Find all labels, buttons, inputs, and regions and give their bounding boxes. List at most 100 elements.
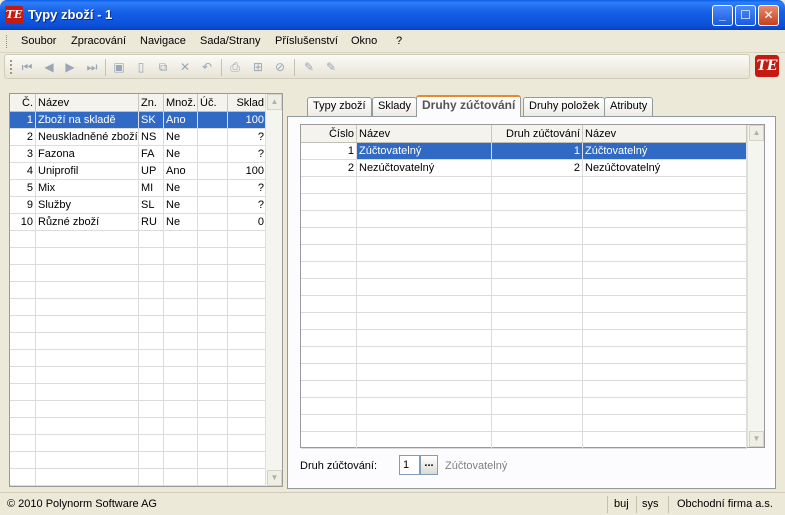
scroll-down-icon[interactable]: ▼: [749, 431, 764, 447]
menu-help[interactable]: ?: [396, 35, 402, 47]
table-cell: [357, 262, 492, 279]
empty-row[interactable]: [10, 316, 267, 333]
copy-icon[interactable]: ⧉: [155, 59, 171, 75]
edit-alt-icon[interactable]: ✎: [323, 59, 339, 75]
empty-row[interactable]: [10, 333, 267, 350]
empty-row[interactable]: [10, 248, 267, 265]
vertical-scrollbar[interactable]: ▲ ▼: [747, 125, 764, 447]
empty-row[interactable]: [301, 415, 747, 432]
col-header-number[interactable]: Číslo: [301, 125, 357, 143]
table-row[interactable]: 5 Mix MI Ne?: [10, 180, 267, 197]
accounting-types-grid[interactable]: Číslo Název Druh zúčtování Název 1 Zúčtov…: [300, 124, 765, 449]
empty-row[interactable]: [301, 313, 747, 330]
minimize-button[interactable]: _: [712, 5, 733, 26]
table-row[interactable]: 1 Zboží na skladě SK Ano 100: [10, 112, 267, 129]
empty-row[interactable]: [301, 330, 747, 347]
title-bar[interactable]: TE Typy zboží - 1 _ ☐ ✕: [0, 0, 785, 30]
menu-prislusenstvi[interactable]: Příslušenství: [275, 35, 338, 47]
tab-atributy[interactable]: Atributy: [604, 97, 654, 116]
empty-row[interactable]: [301, 279, 747, 296]
last-record-icon[interactable]: ⏭: [84, 59, 100, 75]
tree-icon[interactable]: ⊞: [250, 59, 266, 75]
menu-soubor[interactable]: Soubor: [21, 35, 56, 47]
menu-grip[interactable]: [6, 35, 9, 48]
empty-row[interactable]: [301, 228, 747, 245]
cancel-icon[interactable]: ⊘: [272, 59, 288, 75]
table-cell: [139, 401, 164, 418]
table-row[interactable]: 2 Neuskladněné zboží NS Ne?: [10, 129, 267, 146]
table-row[interactable]: 3 Fazona FA Ne?: [10, 146, 267, 163]
menu-okno[interactable]: Okno: [351, 35, 377, 47]
empty-row[interactable]: [301, 381, 747, 398]
empty-row[interactable]: [10, 435, 267, 452]
print-icon[interactable]: ⎙: [227, 59, 243, 75]
empty-row[interactable]: [10, 384, 267, 401]
tab-druhy-polozek[interactable]: Druhy položek: [523, 97, 606, 116]
col-header-acc[interactable]: Úč.: [198, 94, 228, 112]
app-logo-icon[interactable]: TE: [5, 6, 23, 24]
empty-row[interactable]: [10, 401, 267, 418]
scroll-down-icon[interactable]: ▼: [267, 470, 282, 486]
close-button[interactable]: ✕: [758, 5, 779, 26]
col-header-stock[interactable]: Sklad: [228, 94, 267, 112]
table-row[interactable]: 10 Různé zboží RU Ne 0: [10, 214, 267, 231]
scroll-up-icon[interactable]: ▲: [749, 125, 764, 141]
table-row[interactable]: 1 Zúčtovatelný 1 Zúčtovatelný: [301, 143, 747, 160]
table-row[interactable]: 9 Služby SL Ne?: [10, 197, 267, 214]
col-header-name[interactable]: Název: [36, 94, 139, 112]
empty-row[interactable]: [301, 432, 747, 449]
empty-row[interactable]: [301, 347, 747, 364]
empty-row[interactable]: [301, 296, 747, 313]
empty-row[interactable]: [10, 367, 267, 384]
empty-row[interactable]: [10, 231, 267, 248]
save-icon[interactable]: ▣: [111, 59, 127, 75]
table-row[interactable]: 2 Nezúčtovatelný 2 Nezúčtovatelný: [301, 160, 747, 177]
empty-row[interactable]: [301, 364, 747, 381]
empty-row[interactable]: [301, 262, 747, 279]
maximize-button[interactable]: ☐: [735, 5, 756, 26]
edit-icon[interactable]: ✎: [301, 59, 317, 75]
empty-row[interactable]: [301, 245, 747, 262]
tab-sklady[interactable]: Sklady: [372, 97, 418, 116]
first-record-icon[interactable]: ⏮: [19, 59, 35, 75]
accounting-type-lookup-button[interactable]: ...: [420, 455, 438, 475]
table-cell: SK: [139, 112, 164, 129]
col-header-no[interactable]: Č.: [10, 94, 36, 112]
empty-row[interactable]: [301, 398, 747, 415]
undo-icon[interactable]: ↶: [199, 59, 215, 75]
empty-row[interactable]: [10, 265, 267, 282]
menu-zpracovani[interactable]: Zpracování: [71, 35, 126, 47]
table-row[interactable]: 4 Uniprofil UP Ano 100: [10, 163, 267, 180]
col-header-accounting-type[interactable]: Druh zúčtování: [492, 125, 583, 143]
next-record-icon[interactable]: ▶: [62, 59, 78, 75]
empty-row[interactable]: [10, 418, 267, 435]
accounting-type-input[interactable]: 1: [399, 455, 420, 475]
empty-row[interactable]: [10, 452, 267, 469]
empty-row[interactable]: [301, 194, 747, 211]
col-header-qty[interactable]: Množ.: [164, 94, 198, 112]
tab-typy-zbozi[interactable]: Typy zboží: [307, 97, 372, 116]
col-header-type-name[interactable]: Název: [583, 125, 747, 143]
tab-druhy-zuctovani[interactable]: Druhy zúčtování: [416, 95, 522, 117]
delete-icon[interactable]: ✕: [177, 59, 193, 75]
empty-row[interactable]: [10, 469, 267, 486]
prev-record-icon[interactable]: ◀: [41, 59, 57, 75]
toolbar-grip[interactable]: [10, 60, 13, 74]
scroll-up-icon[interactable]: ▲: [267, 94, 282, 110]
menu-navigace[interactable]: Navigace: [140, 35, 186, 47]
vertical-scrollbar[interactable]: ▲ ▼: [265, 94, 282, 486]
status-separator: [636, 496, 637, 513]
goods-types-grid[interactable]: Č. Název Zn. Množ. Úč. Sklad 1 Zboží na s…: [9, 93, 283, 487]
empty-row[interactable]: [10, 350, 267, 367]
empty-row[interactable]: [301, 211, 747, 228]
empty-row[interactable]: [10, 282, 267, 299]
menu-sada-strany[interactable]: Sada/Strany: [200, 35, 261, 47]
table-cell: [228, 333, 267, 350]
table-cell: [228, 418, 267, 435]
new-icon[interactable]: ▯: [133, 59, 149, 75]
empty-row[interactable]: [10, 299, 267, 316]
col-header-code[interactable]: Zn.: [139, 94, 164, 112]
col-header-name[interactable]: Název: [357, 125, 492, 143]
status-separator: [668, 496, 669, 513]
empty-row[interactable]: [301, 177, 747, 194]
